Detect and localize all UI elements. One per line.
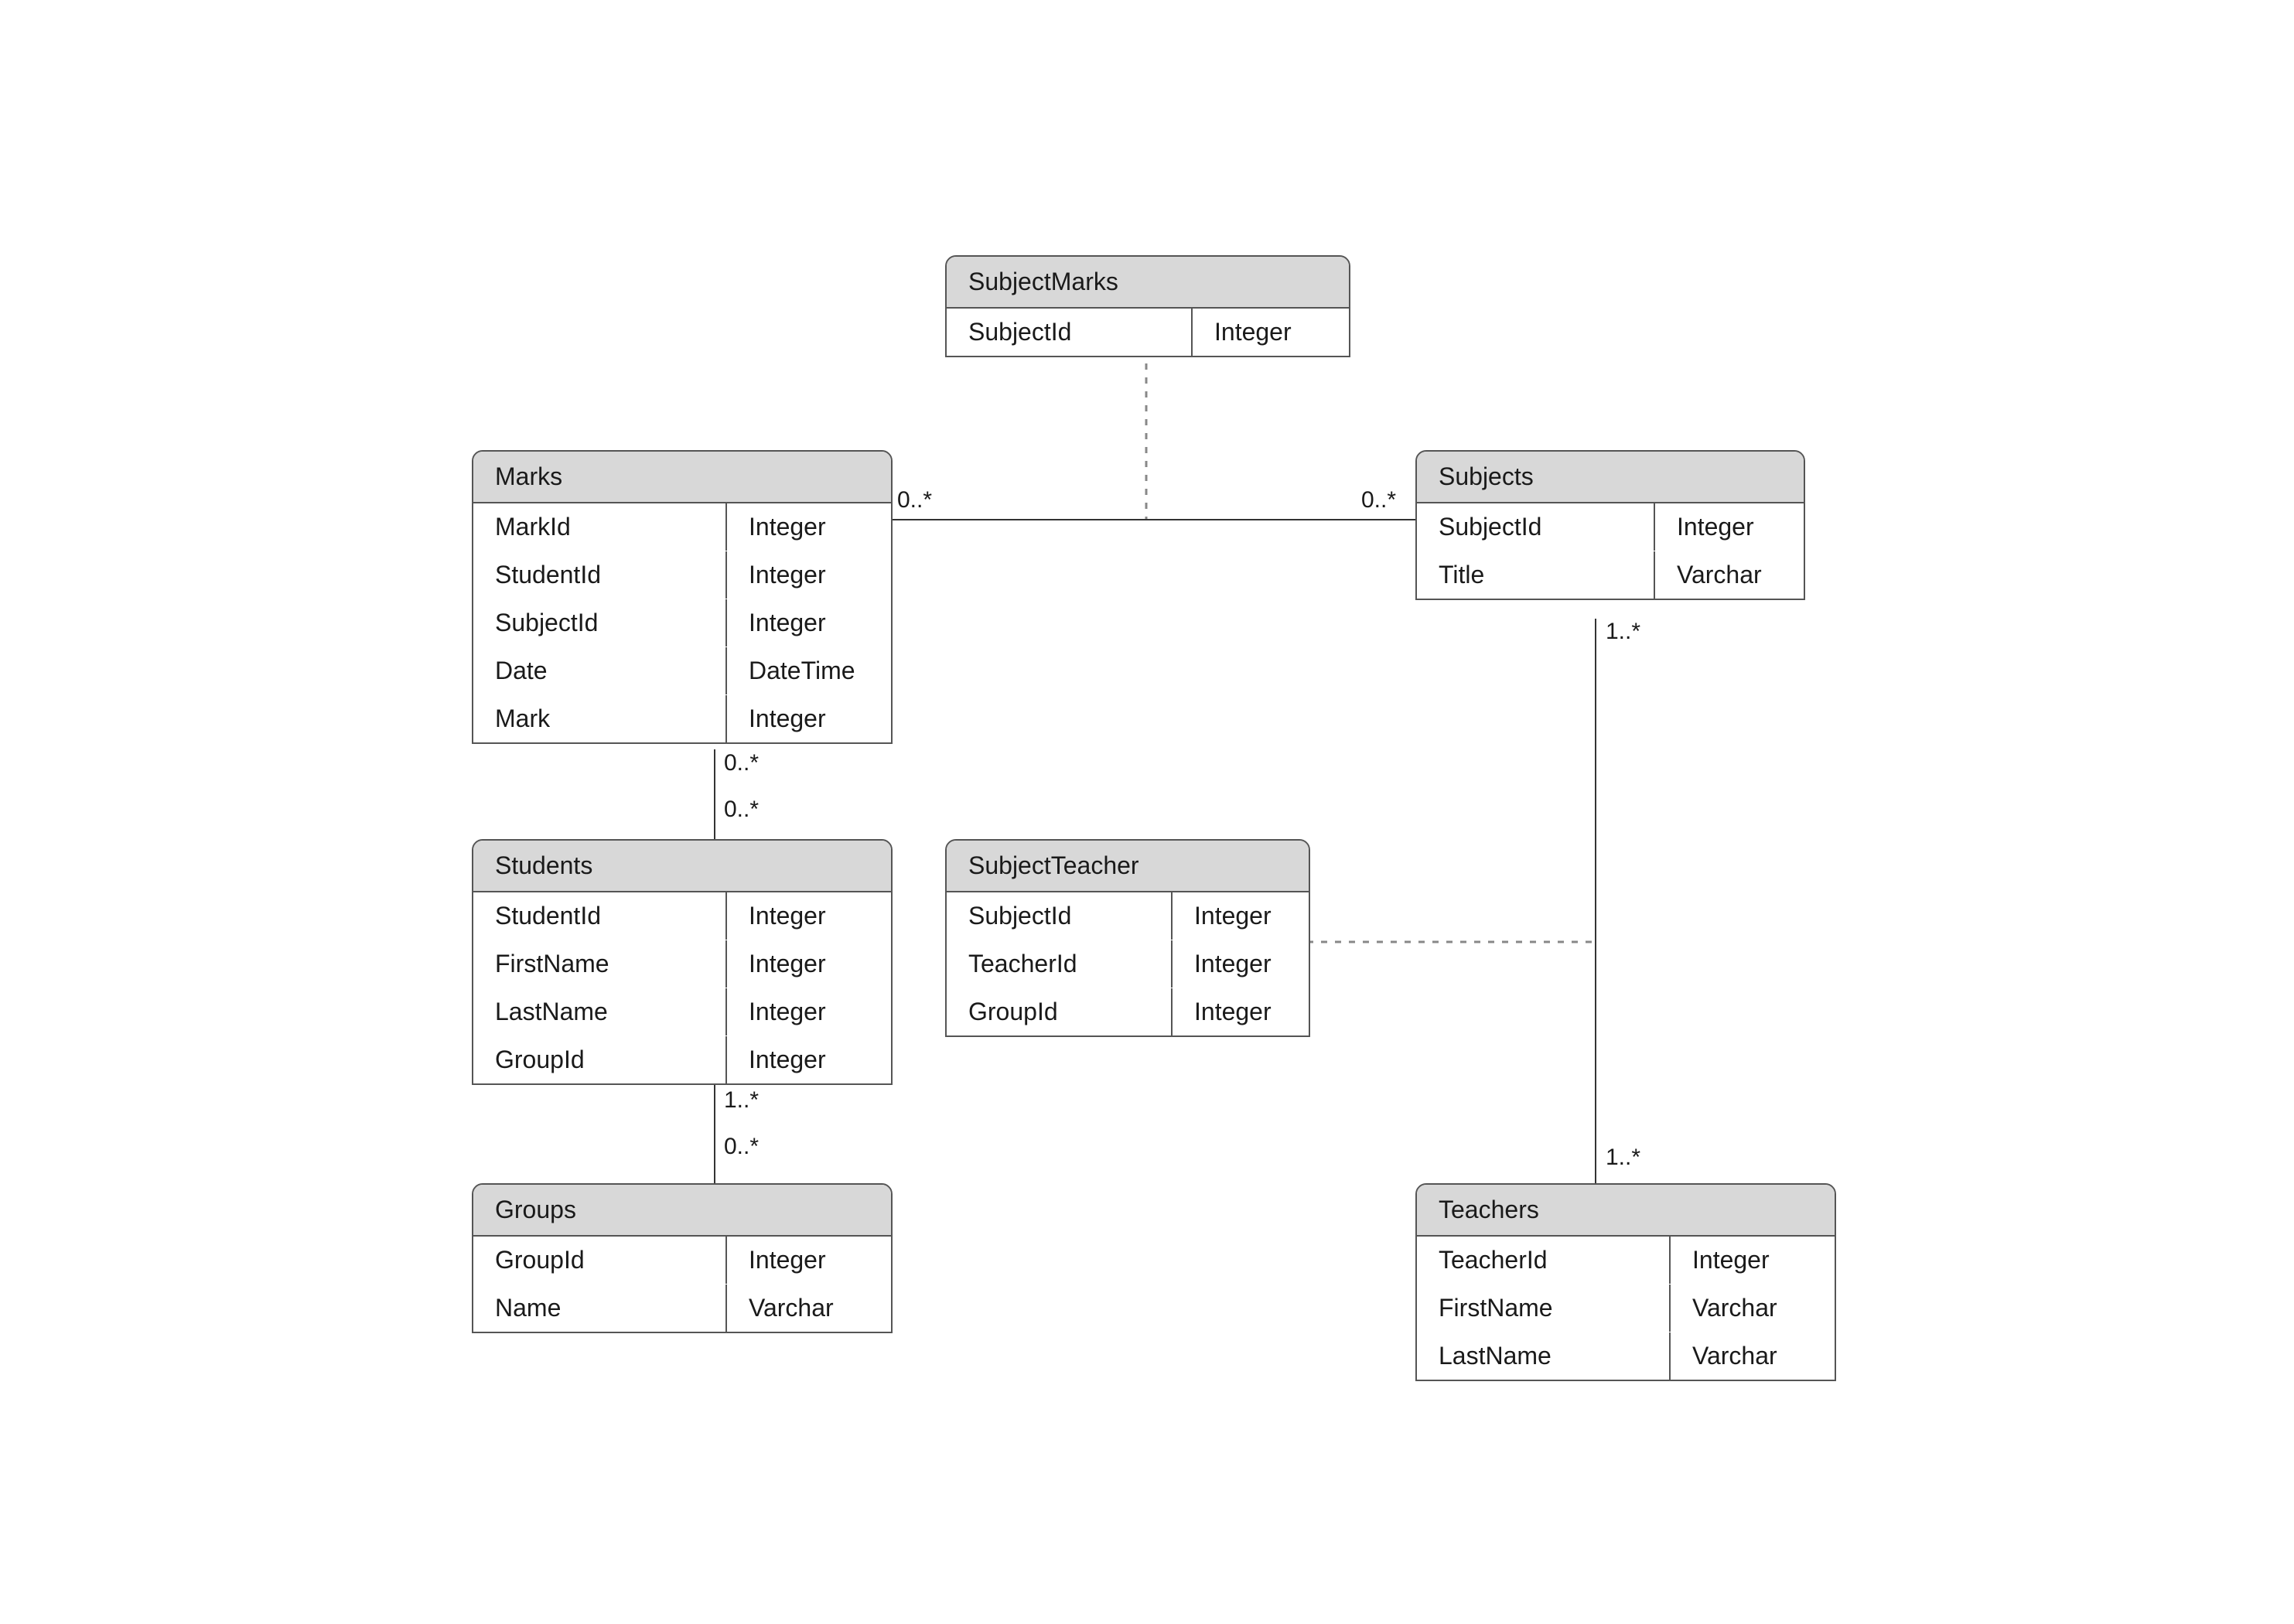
entity-row: MarkId Integer [473, 503, 891, 551]
field-name: GroupId [473, 1036, 727, 1083]
entity-row: TeacherId Integer [947, 940, 1309, 988]
field-type: Integer [1173, 940, 1310, 988]
field-name: SubjectId [947, 309, 1193, 356]
field-name: MarkId [473, 503, 727, 551]
field-type: Integer [1193, 309, 1350, 356]
entity-row: FirstName Varchar [1417, 1285, 1835, 1332]
field-type: Integer [727, 551, 893, 599]
entity-row: FirstName Integer [473, 940, 891, 988]
field-type: Integer [1173, 988, 1310, 1035]
entity-row: LastName Integer [473, 988, 891, 1036]
field-type: Varchar [1655, 551, 1805, 599]
entity-row: SubjectId Integer [947, 309, 1349, 356]
entity-title: Subjects [1417, 452, 1804, 503]
field-name: LastName [473, 988, 727, 1035]
field-type: Integer [727, 695, 893, 742]
field-name: StudentId [473, 551, 727, 599]
entity-body: GroupId Integer Name Varchar [473, 1237, 891, 1332]
field-type: Varchar [1671, 1332, 1836, 1380]
entity-body: SubjectId Integer [947, 309, 1349, 356]
entity-body: MarkId Integer StudentId Integer Subject… [473, 503, 891, 742]
field-name: Date [473, 647, 727, 694]
entity-students: Students StudentId Integer FirstName Int… [472, 839, 893, 1085]
field-name: TeacherId [947, 940, 1173, 988]
entity-row: Date DateTime [473, 647, 891, 695]
field-type: Integer [727, 599, 893, 647]
field-name: Mark [473, 695, 727, 742]
field-type: Varchar [1671, 1285, 1836, 1332]
multiplicity-label: 0..* [897, 487, 932, 513]
entity-body: SubjectId Integer Title Varchar [1417, 503, 1804, 599]
entity-subjects: Subjects SubjectId Integer Title Varchar [1415, 450, 1805, 600]
entity-marks: Marks MarkId Integer StudentId Integer S… [472, 450, 893, 744]
entity-row: SubjectId Integer [1417, 503, 1804, 551]
multiplicity-label: 0..* [724, 1134, 759, 1160]
field-type: Integer [1655, 503, 1805, 551]
field-type: Integer [727, 988, 893, 1035]
field-type: Integer [1671, 1237, 1836, 1284]
field-name: FirstName [473, 940, 727, 988]
field-type: Integer [727, 503, 893, 551]
field-name: StudentId [473, 892, 727, 940]
entity-row: StudentId Integer [473, 551, 891, 599]
field-name: FirstName [1417, 1285, 1671, 1332]
entity-row: StudentId Integer [473, 892, 891, 940]
entity-subjectmarks: SubjectMarks SubjectId Integer [945, 255, 1350, 357]
field-type: Varchar [727, 1285, 893, 1332]
multiplicity-label: 1..* [1606, 619, 1640, 645]
field-name: TeacherId [1417, 1237, 1671, 1284]
field-name: Name [473, 1285, 727, 1332]
connector-layer [0, 0, 2294, 1624]
entity-title: Marks [473, 452, 891, 503]
entity-body: TeacherId Integer FirstName Varchar Last… [1417, 1237, 1835, 1380]
field-name: LastName [1417, 1332, 1671, 1380]
entity-row: SubjectId Integer [947, 892, 1309, 940]
entity-groups: Groups GroupId Integer Name Varchar [472, 1183, 893, 1333]
entity-title: Teachers [1417, 1185, 1835, 1237]
entity-row: Mark Integer [473, 695, 891, 742]
multiplicity-label: 1..* [724, 1087, 759, 1114]
field-name: GroupId [947, 988, 1173, 1035]
entity-body: SubjectId Integer TeacherId Integer Grou… [947, 892, 1309, 1035]
entity-title: Students [473, 841, 891, 892]
entity-row: LastName Varchar [1417, 1332, 1835, 1380]
entity-title: SubjectMarks [947, 257, 1349, 309]
entity-row: GroupId Integer [473, 1036, 891, 1083]
multiplicity-label: 0..* [724, 797, 759, 823]
field-type: Integer [727, 892, 893, 940]
entity-row: SubjectId Integer [473, 599, 891, 647]
entity-row: Name Varchar [473, 1285, 891, 1332]
entity-title: SubjectTeacher [947, 841, 1309, 892]
entity-subjectteacher: SubjectTeacher SubjectId Integer Teacher… [945, 839, 1310, 1037]
entity-row: TeacherId Integer [1417, 1237, 1835, 1285]
field-name: Title [1417, 551, 1655, 599]
entity-body: StudentId Integer FirstName Integer Last… [473, 892, 891, 1083]
field-type: Integer [727, 1036, 893, 1083]
multiplicity-label: 0..* [724, 750, 759, 776]
multiplicity-label: 0..* [1361, 487, 1396, 513]
field-type: Integer [727, 940, 893, 988]
field-name: GroupId [473, 1237, 727, 1284]
entity-row: Title Varchar [1417, 551, 1804, 599]
field-type: Integer [727, 1237, 893, 1284]
field-name: SubjectId [1417, 503, 1655, 551]
field-type: DateTime [727, 647, 893, 694]
entity-teachers: Teachers TeacherId Integer FirstName Var… [1415, 1183, 1836, 1381]
field-name: SubjectId [947, 892, 1173, 940]
entity-title: Groups [473, 1185, 891, 1237]
field-name: SubjectId [473, 599, 727, 647]
field-type: Integer [1173, 892, 1310, 940]
multiplicity-label: 1..* [1606, 1145, 1640, 1171]
entity-row: GroupId Integer [473, 1237, 891, 1285]
entity-row: GroupId Integer [947, 988, 1309, 1035]
